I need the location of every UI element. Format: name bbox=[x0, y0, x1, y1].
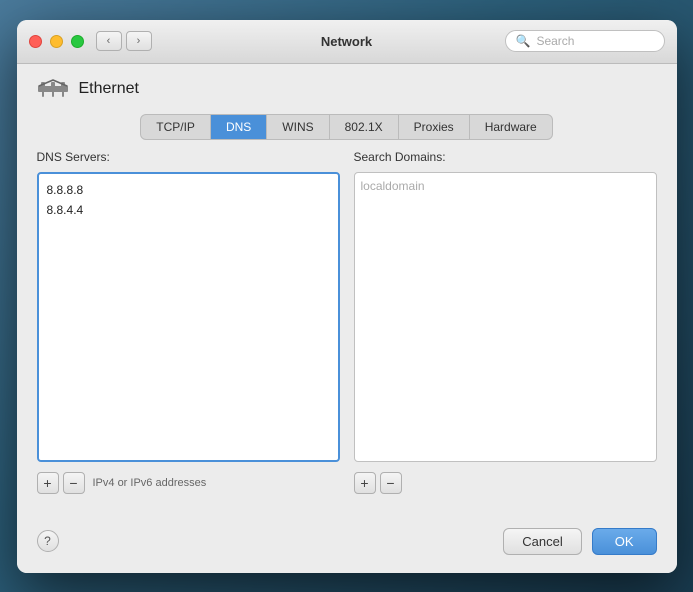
forward-button[interactable]: › bbox=[126, 31, 152, 51]
search-domains-controls: + − bbox=[354, 472, 657, 494]
cancel-button[interactable]: Cancel bbox=[503, 528, 581, 555]
content-area: TCP/IP DNS WINS 802.1X Proxies Hardware … bbox=[17, 114, 677, 514]
sidebar-header: Ethernet bbox=[17, 64, 677, 114]
ethernet-label: Ethernet bbox=[79, 80, 139, 98]
tab-proxies[interactable]: Proxies bbox=[399, 115, 470, 139]
maximize-button[interactable] bbox=[71, 35, 84, 48]
dns-servers-section: DNS Servers: 8.8.8.8 8.8.4.4 + − IPv4 or… bbox=[37, 150, 340, 494]
search-domains-label: Search Domains: bbox=[354, 150, 657, 164]
network-window: ‹ › Network 🔍 Search Ethernet bbox=[17, 20, 677, 573]
tabs-group: TCP/IP DNS WINS 802.1X Proxies Hardware bbox=[140, 114, 552, 140]
forward-icon: › bbox=[137, 35, 141, 47]
close-button[interactable] bbox=[29, 35, 42, 48]
dns-remove-button[interactable]: − bbox=[63, 472, 85, 494]
tab-tcpip[interactable]: TCP/IP bbox=[141, 115, 211, 139]
bottom-bar: ? Cancel OK bbox=[17, 514, 677, 573]
back-button[interactable]: ‹ bbox=[96, 31, 122, 51]
minimize-button[interactable] bbox=[50, 35, 63, 48]
dns-hint: IPv4 or IPv6 addresses bbox=[93, 477, 207, 489]
search-box[interactable]: 🔍 Search bbox=[505, 30, 665, 52]
search-domains-section: Search Domains: localdomain + − bbox=[354, 150, 657, 494]
help-button[interactable]: ? bbox=[37, 530, 59, 552]
tabs-container: TCP/IP DNS WINS 802.1X Proxies Hardware bbox=[37, 114, 657, 140]
back-icon: ‹ bbox=[107, 35, 111, 47]
ethernet-icon bbox=[37, 78, 69, 100]
tab-dot1x[interactable]: 802.1X bbox=[330, 115, 399, 139]
dns-panel: DNS Servers: 8.8.8.8 8.8.4.4 + − IPv4 or… bbox=[37, 150, 657, 494]
search-input[interactable]: Search bbox=[536, 34, 653, 48]
tab-dns[interactable]: DNS bbox=[211, 115, 267, 139]
dns-servers-list[interactable]: 8.8.8.8 8.8.4.4 bbox=[37, 172, 340, 462]
dns-entry-1: 8.8.8.8 bbox=[45, 180, 332, 200]
tab-wins[interactable]: WINS bbox=[267, 115, 329, 139]
domains-remove-button[interactable]: − bbox=[380, 472, 402, 494]
title-bar: ‹ › Network 🔍 Search bbox=[17, 20, 677, 64]
ok-button[interactable]: OK bbox=[592, 528, 657, 555]
action-buttons: Cancel OK bbox=[503, 528, 656, 555]
dns-servers-label: DNS Servers: bbox=[37, 150, 340, 164]
window-title: Network bbox=[321, 34, 372, 49]
search-icon: 🔍 bbox=[516, 34, 531, 48]
dns-servers-controls: + − IPv4 or IPv6 addresses bbox=[37, 472, 340, 494]
nav-buttons: ‹ › bbox=[96, 31, 152, 51]
search-domains-placeholder: localdomain bbox=[361, 179, 425, 193]
dns-add-button[interactable]: + bbox=[37, 472, 59, 494]
search-domains-list[interactable]: localdomain bbox=[354, 172, 657, 462]
domains-add-button[interactable]: + bbox=[354, 472, 376, 494]
dns-entry-2: 8.8.4.4 bbox=[45, 200, 332, 220]
tab-hardware[interactable]: Hardware bbox=[470, 115, 552, 139]
traffic-lights bbox=[29, 35, 84, 48]
